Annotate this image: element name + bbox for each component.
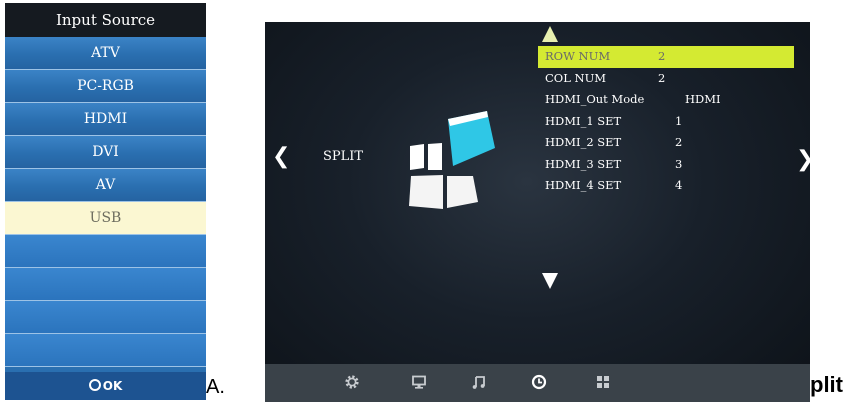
menu-item-value: 2 (675, 135, 683, 149)
input-source-panel: Input Source ATV PC-RGB HDMI DVI AV USB … (5, 3, 206, 400)
gear-icon[interactable] (344, 374, 360, 390)
tv-split-screen: ❮ ❯ SPLIT ROW NUM 2 COL NUM 2 HDMI_Out M… (265, 22, 810, 402)
source-item-av[interactable]: AV (5, 169, 206, 202)
empty-slot (5, 235, 206, 268)
source-item-dvi[interactable]: DVI (5, 136, 206, 169)
source-item-atv[interactable]: ATV (5, 37, 206, 70)
empty-slot (5, 301, 206, 334)
empty-slot (5, 268, 206, 301)
split-screen-icon (409, 111, 495, 209)
grid-icon[interactable] (595, 374, 611, 390)
caption-split: plit (810, 372, 843, 397)
ok-label: OK (102, 379, 123, 393)
menu-item-value: 2 (658, 70, 666, 85)
right-arrow-icon[interactable]: ❯ (796, 149, 810, 171)
menu-item-label: ROW NUM (545, 49, 611, 63)
menu-item-hdmi-2-set[interactable]: HDMI_2 SET 2 (538, 132, 794, 154)
input-source-title: Input Source (5, 3, 206, 37)
menu-item-hdmi-out-mode[interactable]: HDMI_Out Mode HDMI (538, 89, 794, 111)
menu-item-value: 1 (675, 113, 683, 128)
menu-item-label: COL NUM (545, 70, 607, 85)
menu-item-row-num[interactable]: ROW NUM 2 (538, 46, 794, 68)
scroll-up-icon[interactable] (542, 26, 558, 42)
source-item-usb[interactable]: USB (5, 202, 206, 235)
menu-item-label: HDMI_4 SET (545, 178, 622, 192)
left-arrow-icon[interactable]: ❮ (272, 146, 290, 168)
split-settings-menu: ROW NUM 2 COL NUM 2 HDMI_Out Mode HDMI H… (538, 46, 794, 197)
menu-item-label: HDMI_1 SET (545, 113, 622, 128)
section-label: SPLIT (323, 149, 364, 164)
bottom-toolbar (265, 364, 810, 402)
menu-item-hdmi-3-set[interactable]: HDMI_3 SET 3 (538, 154, 794, 176)
menu-item-hdmi-1-set[interactable]: HDMI_1 SET 1 (538, 111, 794, 133)
source-item-hdmi[interactable]: HDMI (5, 103, 206, 136)
menu-item-label: HDMI_Out Mode (545, 92, 645, 106)
menu-item-value: HDMI (685, 92, 721, 106)
menu-item-col-num[interactable]: COL NUM 2 (538, 68, 794, 90)
caption-a: A. (206, 376, 225, 398)
menu-item-value: 4 (675, 178, 683, 192)
empty-slot (5, 334, 206, 367)
clock-icon[interactable] (531, 374, 547, 390)
monitor-icon[interactable] (411, 374, 427, 390)
music-note-icon[interactable] (471, 374, 487, 390)
menu-item-value: 3 (675, 156, 683, 171)
menu-item-label: HDMI_2 SET (545, 135, 622, 149)
menu-item-label: HDMI_3 SET (545, 156, 622, 171)
menu-item-hdmi-4-set[interactable]: HDMI_4 SET 4 (538, 175, 794, 197)
scroll-down-icon[interactable] (542, 273, 558, 289)
source-item-pc-rgb[interactable]: PC-RGB (5, 70, 206, 103)
ok-footer[interactable]: OK (5, 372, 206, 400)
ok-circle-icon (88, 379, 101, 391)
menu-item-value: 2 (658, 49, 666, 63)
